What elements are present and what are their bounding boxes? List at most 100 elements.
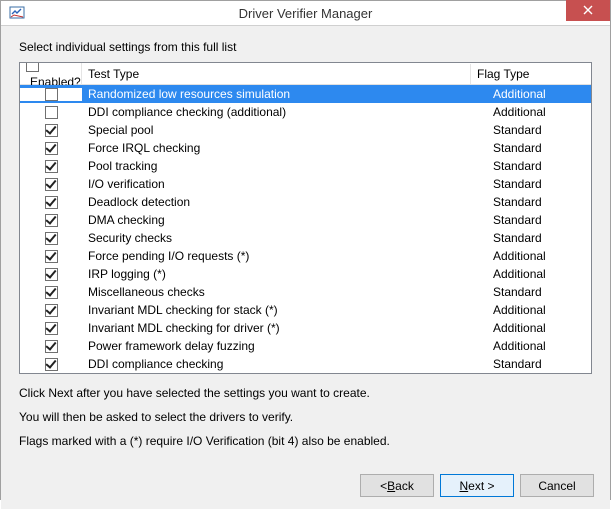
row-checkbox-cell[interactable]	[20, 322, 82, 335]
footer-notes: Click Next after you have selected the s…	[19, 386, 592, 458]
dialog-window: Driver Verifier Manager Select individua…	[0, 0, 611, 500]
header-checkbox[interactable]	[26, 62, 39, 72]
row-checkbox[interactable]	[45, 142, 58, 155]
next-button[interactable]: Next >	[440, 474, 514, 497]
row-flag-type: Standard	[487, 231, 591, 245]
table-row[interactable]: DDI compliance checking (additional)Addi…	[20, 103, 591, 121]
row-test-type: DDI compliance checking (additional)	[82, 105, 487, 119]
row-test-type: Power framework delay fuzzing	[82, 339, 487, 353]
row-checkbox[interactable]	[45, 304, 58, 317]
row-checkbox[interactable]	[45, 232, 58, 245]
row-test-type: Invariant MDL checking for driver (*)	[82, 321, 487, 335]
instruction-text: Select individual settings from this ful…	[19, 40, 592, 54]
row-checkbox[interactable]	[45, 322, 58, 335]
row-test-type: Security checks	[82, 231, 487, 245]
table-row[interactable]: Pool trackingStandard	[20, 157, 591, 175]
settings-list[interactable]: Enabled? Test Type Flag Type Randomized …	[19, 62, 592, 374]
list-header: Enabled? Test Type Flag Type	[20, 63, 591, 85]
row-checkbox[interactable]	[45, 160, 58, 173]
note-line-2: You will then be asked to select the dri…	[19, 410, 592, 424]
row-flag-type: Standard	[487, 123, 591, 137]
row-test-type: Invariant MDL checking for stack (*)	[82, 303, 487, 317]
row-test-type: DMA checking	[82, 213, 487, 227]
row-test-type: Special pool	[82, 123, 487, 137]
row-flag-type: Additional	[487, 267, 591, 281]
row-checkbox-cell[interactable]	[20, 160, 82, 173]
content-area: Select individual settings from this ful…	[1, 26, 610, 466]
table-row[interactable]: Miscellaneous checksStandard	[20, 283, 591, 301]
row-checkbox[interactable]	[45, 214, 58, 227]
table-row[interactable]: IRP logging (*)Additional	[20, 265, 591, 283]
row-checkbox[interactable]	[45, 250, 58, 263]
row-test-type: Force pending I/O requests (*)	[82, 249, 487, 263]
row-flag-type: Standard	[487, 357, 591, 371]
row-checkbox-cell[interactable]	[20, 178, 82, 191]
cancel-button[interactable]: Cancel	[520, 474, 594, 497]
row-flag-type: Additional	[487, 249, 591, 263]
row-test-type: IRP logging (*)	[82, 267, 487, 281]
row-checkbox[interactable]	[45, 88, 58, 101]
column-test[interactable]: Test Type	[82, 64, 471, 84]
row-checkbox-cell[interactable]	[20, 340, 82, 353]
row-checkbox-cell[interactable]	[20, 268, 82, 281]
row-checkbox-cell[interactable]	[20, 196, 82, 209]
row-test-type: Randomized low resources simulation	[82, 87, 487, 101]
row-flag-type: Standard	[487, 195, 591, 209]
note-line-1: Click Next after you have selected the s…	[19, 386, 592, 400]
row-checkbox[interactable]	[45, 124, 58, 137]
table-row[interactable]: Special poolStandard	[20, 121, 591, 139]
row-test-type: Miscellaneous checks	[82, 285, 487, 299]
table-row[interactable]: Force IRQL checkingStandard	[20, 139, 591, 157]
row-checkbox[interactable]	[45, 196, 58, 209]
table-row[interactable]: I/O verificationStandard	[20, 175, 591, 193]
row-flag-type: Standard	[487, 159, 591, 173]
row-checkbox-cell[interactable]	[20, 142, 82, 155]
window-title: Driver Verifier Manager	[1, 6, 610, 21]
row-flag-type: Additional	[487, 303, 591, 317]
row-test-type: I/O verification	[82, 177, 487, 191]
table-row[interactable]: DDI compliance checkingStandard	[20, 355, 591, 373]
row-test-type: Pool tracking	[82, 159, 487, 173]
row-checkbox-cell[interactable]	[20, 232, 82, 245]
row-checkbox[interactable]	[45, 178, 58, 191]
row-checkbox-cell[interactable]	[20, 106, 82, 119]
row-flag-type: Additional	[487, 105, 591, 119]
row-test-type: Deadlock detection	[82, 195, 487, 209]
table-row[interactable]: DMA checkingStandard	[20, 211, 591, 229]
row-flag-type: Standard	[487, 285, 591, 299]
row-checkbox-cell[interactable]	[20, 88, 82, 101]
row-test-type: Force IRQL checking	[82, 141, 487, 155]
table-row[interactable]: Deadlock detectionStandard	[20, 193, 591, 211]
row-flag-type: Additional	[487, 321, 591, 335]
row-checkbox-cell[interactable]	[20, 124, 82, 137]
row-checkbox[interactable]	[45, 286, 58, 299]
table-row[interactable]: Force pending I/O requests (*)Additional	[20, 247, 591, 265]
row-flag-type: Standard	[487, 177, 591, 191]
row-checkbox[interactable]	[45, 358, 58, 371]
back-button[interactable]: < Back	[360, 474, 434, 497]
table-row[interactable]: Power framework delay fuzzingAdditional	[20, 337, 591, 355]
row-checkbox-cell[interactable]	[20, 286, 82, 299]
close-button[interactable]	[566, 0, 610, 21]
row-checkbox-cell[interactable]	[20, 304, 82, 317]
button-bar: < Back Next > Cancel	[1, 466, 610, 509]
note-line-3: Flags marked with a (*) require I/O Veri…	[19, 434, 592, 448]
table-row[interactable]: Security checksStandard	[20, 229, 591, 247]
row-flag-type: Additional	[487, 87, 591, 101]
row-checkbox[interactable]	[45, 106, 58, 119]
row-checkbox-cell[interactable]	[20, 250, 82, 263]
row-checkbox[interactable]	[45, 340, 58, 353]
row-flag-type: Standard	[487, 141, 591, 155]
app-icon	[5, 1, 29, 25]
list-body[interactable]: Randomized low resources simulationAddit…	[20, 85, 591, 373]
row-checkbox-cell[interactable]	[20, 214, 82, 227]
titlebar: Driver Verifier Manager	[1, 1, 610, 26]
table-row[interactable]: Invariant MDL checking for driver (*)Add…	[20, 319, 591, 337]
row-flag-type: Standard	[487, 213, 591, 227]
row-checkbox[interactable]	[45, 268, 58, 281]
table-row[interactable]: Randomized low resources simulationAddit…	[20, 85, 591, 103]
column-flag[interactable]: Flag Type	[471, 64, 591, 84]
table-row[interactable]: Invariant MDL checking for stack (*)Addi…	[20, 301, 591, 319]
row-checkbox-cell[interactable]	[20, 358, 82, 371]
row-test-type: DDI compliance checking	[82, 357, 487, 371]
